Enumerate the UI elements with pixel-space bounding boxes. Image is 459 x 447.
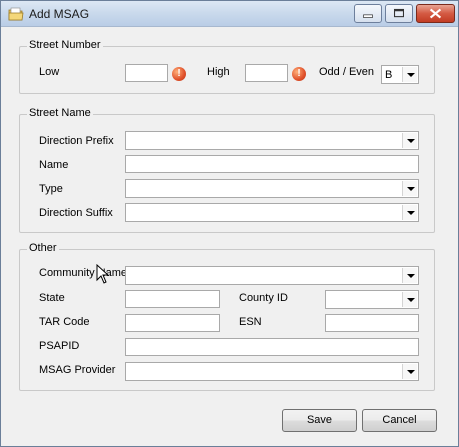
chevron-down-icon[interactable] — [402, 292, 417, 307]
low-input[interactable] — [125, 64, 168, 82]
cancel-button[interactable]: Cancel — [362, 409, 437, 432]
chevron-down-icon[interactable] — [402, 181, 417, 196]
type-label: Type — [39, 183, 63, 195]
mouse-pointer-icon — [96, 264, 110, 284]
type-select[interactable] — [125, 179, 419, 198]
exclamation-icon: ! — [292, 67, 306, 81]
name-input[interactable] — [125, 155, 419, 173]
other-group-title: Other — [27, 242, 59, 254]
maximize-button[interactable] — [385, 4, 413, 23]
title-bar[interactable]: Add MSAG — [1, 1, 458, 27]
direction-suffix-select[interactable] — [125, 203, 419, 222]
chevron-down-icon[interactable] — [402, 205, 417, 220]
exclamation-icon: ! — [172, 67, 186, 81]
name-label: Name — [39, 159, 69, 171]
high-label: High — [207, 66, 230, 78]
low-label: Low — [39, 66, 60, 78]
minimize-button[interactable] — [354, 4, 382, 23]
community-name-select[interactable] — [125, 266, 419, 285]
direction-prefix-select[interactable] — [125, 131, 419, 150]
community-name-label: Community Name — [39, 267, 128, 279]
odd-even-select[interactable]: B — [381, 65, 419, 84]
psapid-label: PSAPID — [39, 340, 80, 352]
direction-prefix-label: Direction Prefix — [39, 135, 114, 147]
msag-provider-label: MSAG Provider — [39, 364, 116, 376]
street-number-group-title: Street Number — [27, 39, 103, 51]
esn-input[interactable] — [325, 314, 419, 332]
maximize-icon — [393, 8, 405, 18]
chevron-down-icon[interactable] — [402, 133, 417, 148]
street-name-group-title: Street Name — [27, 107, 93, 119]
chevron-down-icon[interactable] — [402, 67, 417, 82]
odd-even-label: Odd / Even — [319, 66, 375, 78]
add-msag-dialog: Add MSAG Street Number Low ! High ! Odd … — [0, 0, 459, 447]
state-label: State — [39, 292, 65, 304]
state-input[interactable] — [125, 290, 220, 308]
tar-code-input[interactable] — [125, 314, 220, 332]
esn-label: ESN — [239, 316, 262, 328]
county-id-label: County ID — [239, 292, 288, 304]
odd-even-value: B — [385, 69, 393, 81]
chevron-down-icon[interactable] — [402, 364, 417, 379]
save-button[interactable]: Save — [282, 409, 357, 432]
close-button[interactable] — [416, 4, 455, 23]
window-title: Add MSAG — [29, 7, 90, 21]
psapid-input[interactable] — [125, 338, 419, 356]
tar-code-label: TAR Code — [39, 316, 90, 328]
high-input[interactable] — [245, 64, 288, 82]
county-id-select[interactable] — [325, 290, 419, 309]
folder-icon — [8, 7, 24, 21]
minimize-icon — [363, 14, 373, 18]
direction-suffix-label: Direction Suffix — [39, 207, 113, 219]
chevron-down-icon[interactable] — [402, 268, 417, 283]
close-icon — [429, 8, 442, 19]
msag-provider-select[interactable] — [125, 362, 419, 381]
